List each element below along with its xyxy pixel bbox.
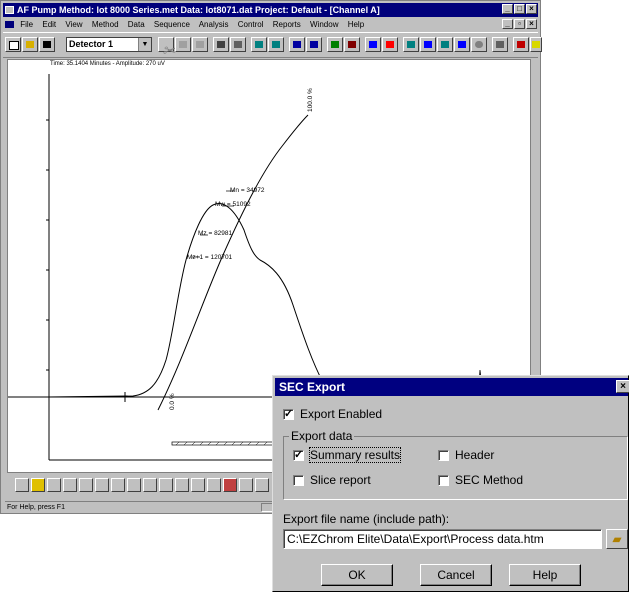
mn-label: Mn = 34972 — [230, 187, 265, 194]
menu-method[interactable]: Method — [92, 20, 119, 29]
grid-tool[interactable] — [251, 37, 267, 52]
chevron-down-icon[interactable]: ▼ — [138, 38, 151, 51]
method-tool[interactable] — [306, 37, 322, 52]
summary-results-checkbox[interactable]: ✓ — [293, 450, 304, 461]
percent-100-label: 100.0 % — [307, 88, 314, 112]
monitor-tool[interactable] — [365, 37, 381, 52]
integration-tool-15[interactable] — [239, 478, 253, 492]
integration-tool-7[interactable] — [111, 478, 125, 492]
cancel-button[interactable]: Cancel — [420, 564, 492, 586]
dialog-close-button[interactable]: × — [616, 380, 629, 393]
instrument-tool[interactable] — [513, 37, 529, 52]
summary-results-label[interactable]: Summary results — [308, 447, 402, 463]
export-enabled-checkbox[interactable]: ✓ — [283, 409, 294, 420]
export-file-label: Export file name (include path): — [283, 512, 450, 526]
sec-method-label[interactable]: SEC Method — [455, 473, 523, 487]
document-icon[interactable] — [5, 21, 14, 29]
integration-tool-3[interactable] — [47, 478, 61, 492]
mdi-restore-button[interactable]: ▫ — [514, 19, 525, 29]
header-checkbox[interactable] — [438, 450, 449, 461]
integration-tool-5[interactable] — [79, 478, 93, 492]
menu-bar: File Edit View Method Data Sequence Anal… — [3, 18, 538, 31]
integration-tool-2[interactable] — [31, 478, 45, 492]
list-tool[interactable] — [289, 37, 305, 52]
integration-tool-6[interactable] — [95, 478, 109, 492]
ok-button[interactable]: OK — [321, 564, 393, 586]
forward-tool[interactable] — [437, 37, 453, 52]
print-tool[interactable] — [213, 37, 229, 52]
title-bar[interactable]: AF Pump Method: lot 8000 Series.met Data… — [3, 3, 538, 17]
integration-tool-14[interactable] — [223, 478, 237, 492]
chromatogram-trace — [47, 203, 528, 398]
preview-tool[interactable] — [230, 37, 246, 52]
mdi-minimize-button[interactable]: _ — [502, 19, 513, 29]
report-tool[interactable] — [344, 37, 360, 52]
integration-tool-16[interactable] — [255, 478, 269, 492]
menu-data[interactable]: Data — [128, 20, 145, 29]
toolbar: Detector 1 ▼ ✂ — [3, 32, 542, 60]
window-title: AF Pump Method: lot 8000 Series.met Data… — [17, 5, 380, 15]
dialog-title-bar[interactable]: SEC Export × — [275, 378, 629, 396]
chart-tool[interactable] — [327, 37, 343, 52]
export-enabled-label[interactable]: Export Enabled — [300, 407, 382, 421]
menu-file[interactable]: File — [20, 20, 33, 29]
menu-sequence[interactable]: Sequence — [154, 20, 190, 29]
new-file-tool[interactable] — [5, 37, 21, 52]
save-disk-tool[interactable] — [39, 37, 55, 52]
menu-view[interactable]: View — [65, 20, 82, 29]
sequence-tool[interactable] — [382, 37, 398, 52]
integration-tool-13[interactable] — [207, 478, 221, 492]
integration-tool-4[interactable] — [63, 478, 77, 492]
cut-tool[interactable]: ✂ — [158, 37, 175, 60]
integration-tool-10[interactable] — [159, 478, 173, 492]
mz-label: Mz = 82981 — [198, 230, 233, 237]
copy-tool[interactable] — [175, 37, 191, 52]
help-button[interactable]: Help — [509, 564, 581, 586]
mdi-close-button[interactable]: × — [526, 19, 537, 29]
integration-tool-8[interactable] — [127, 478, 141, 492]
export-data-group — [283, 436, 628, 500]
close-button[interactable]: × — [526, 4, 537, 14]
mw-label: Mw = 51092 — [215, 201, 251, 208]
open-folder-icon[interactable]: ▰ — [606, 529, 628, 549]
status-help-text: For Help, press F1 — [7, 504, 65, 511]
export-file-input[interactable]: C:\EZChrom Elite\Data\Export\Process dat… — [283, 529, 602, 549]
menu-window[interactable]: Window — [310, 20, 338, 29]
step-tool[interactable] — [454, 37, 470, 52]
detector-select-value: Detector 1 — [69, 39, 114, 49]
dialog-title: SEC Export — [279, 380, 346, 394]
integration-tool-9[interactable] — [143, 478, 157, 492]
integration-tool-1[interactable] — [15, 478, 29, 492]
detector-select[interactable]: Detector 1 ▼ — [66, 37, 152, 52]
paste-tool[interactable] — [192, 37, 208, 52]
integration-tool-12[interactable] — [191, 478, 205, 492]
status-tool[interactable] — [492, 37, 508, 52]
stop-tool[interactable] — [471, 37, 487, 52]
integration-tool-11[interactable] — [175, 478, 189, 492]
menu-analysis[interactable]: Analysis — [199, 20, 229, 29]
slice-report-checkbox[interactable] — [293, 475, 304, 486]
run-tool[interactable] — [420, 37, 436, 52]
maximize-button[interactable]: □ — [514, 4, 525, 14]
header-label[interactable]: Header — [455, 448, 494, 462]
menu-help[interactable]: Help — [348, 20, 364, 29]
open-folder-tool[interactable] — [22, 37, 38, 52]
menu-reports[interactable]: Reports — [273, 20, 301, 29]
menu-control[interactable]: Control — [238, 20, 264, 29]
minimize-button[interactable]: _ — [502, 4, 513, 14]
sec-method-checkbox[interactable] — [438, 475, 449, 486]
mz1-label: Mz+1 = 120701 — [187, 254, 233, 261]
table-tool[interactable] — [268, 37, 284, 52]
slice-range-bar — [171, 441, 281, 446]
cumulative-curve — [157, 114, 309, 411]
app-icon[interactable] — [5, 6, 14, 14]
menu-edit[interactable]: Edit — [42, 20, 56, 29]
slice-report-label[interactable]: Slice report — [310, 473, 371, 487]
acquire-tool[interactable] — [403, 37, 419, 52]
help-tool[interactable] — [530, 37, 542, 52]
sec-export-dialog: SEC Export × ✓ Export Enabled Export dat… — [272, 375, 629, 592]
export-data-group-title: Export data — [289, 429, 355, 443]
percent-0-label: 0.0 % — [169, 393, 176, 410]
